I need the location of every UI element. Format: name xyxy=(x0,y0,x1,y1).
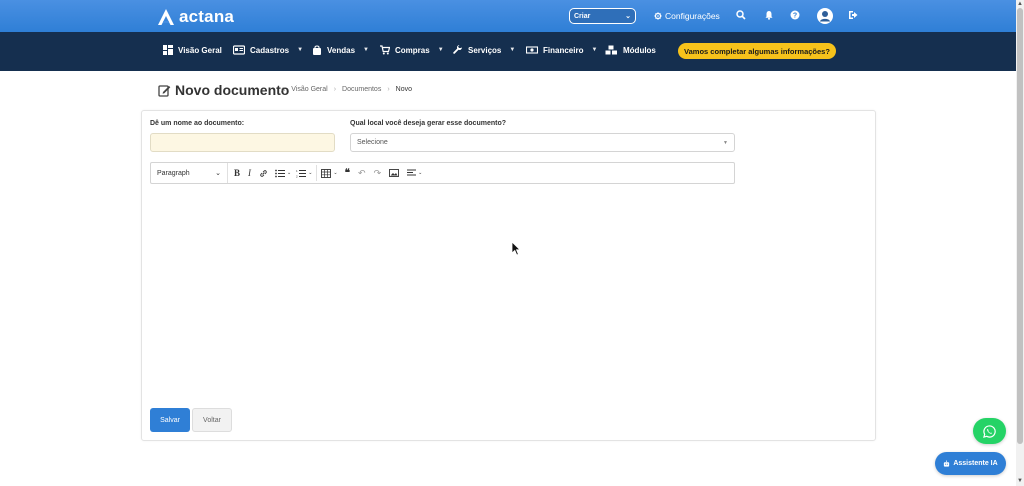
logout-icon[interactable] xyxy=(848,10,859,24)
paragraph-style-dropdown[interactable]: Paragraph ⌄ xyxy=(151,163,228,183)
local-select-value: Selecione xyxy=(357,139,388,146)
toolbar-divider xyxy=(316,165,318,181)
chevron-down-icon: ⌄ xyxy=(215,170,221,177)
document-name-input[interactable] xyxy=(150,133,335,152)
svg-text:2: 2 xyxy=(296,174,298,178)
bold-icon[interactable]: B xyxy=(234,165,240,181)
id-card-icon xyxy=(233,45,245,55)
italic-icon[interactable]: I xyxy=(248,165,251,181)
breadcrumb-item[interactable]: Visão Geral xyxy=(291,86,327,93)
blockquote-icon[interactable]: ❝ xyxy=(345,165,350,181)
dashboard-icon xyxy=(163,45,173,55)
page-title: Novo documento xyxy=(175,82,290,98)
local-label: Qual local você deseja gerar esse docume… xyxy=(350,120,507,127)
image-icon[interactable] xyxy=(389,165,400,181)
back-button[interactable]: Voltar xyxy=(192,408,232,432)
table-icon[interactable]: ⌄ xyxy=(321,165,338,181)
robot-icon xyxy=(944,460,950,467)
bell-icon[interactable] xyxy=(764,10,774,24)
scroll-up-icon[interactable]: ▲ xyxy=(1017,1,1023,7)
top-bar: actana Criar ⌄ Configurações ? xyxy=(0,0,1016,32)
whatsapp-icon xyxy=(983,424,996,438)
help-icon[interactable]: ? xyxy=(790,10,800,24)
brand-name: actana xyxy=(179,7,235,26)
save-button[interactable]: Salvar xyxy=(150,408,190,432)
caret-down-icon: ▼ xyxy=(363,47,369,53)
paragraph-style-value: Paragraph xyxy=(157,169,190,177)
criar-select[interactable]: Criar ⌄ xyxy=(569,8,636,24)
page-scrollbar[interactable]: ▲ ▼ xyxy=(1016,0,1024,486)
nav-label: Vendas xyxy=(327,45,356,55)
nav-label: Compras xyxy=(395,45,430,55)
editor-toolbar: Paragraph ⌄ B I ⌄ 12 ⌄ ⌄ ❝ ↶ ↷ ⌄ xyxy=(150,162,735,184)
settings-label: Configurações xyxy=(665,11,720,21)
name-label: Dê um nome ao documento: xyxy=(150,120,245,127)
cart-icon xyxy=(380,45,390,55)
main-nav: Visão Geral Cadastros ▼ Vendas ▼ Compras… xyxy=(0,32,1016,71)
caret-down-icon: ▼ xyxy=(509,47,516,53)
user-icon xyxy=(820,11,830,22)
chevron-down-icon: ⌄ xyxy=(287,170,292,176)
redo-icon[interactable]: ↷ xyxy=(374,165,382,181)
caret-down-icon: ▼ xyxy=(297,47,304,53)
ai-assistant-label: Assistente IA xyxy=(953,460,998,467)
nav-item-compras[interactable]: Compras ▼ xyxy=(380,45,444,55)
chevron-down-icon: ⌄ xyxy=(418,170,423,176)
svg-text:1: 1 xyxy=(296,169,298,173)
search-icon[interactable] xyxy=(736,10,746,24)
nav-label: Visão Geral xyxy=(178,45,222,55)
caret-down-icon: ▼ xyxy=(437,47,444,53)
nav-item-servicos[interactable]: Serviços ▼ xyxy=(453,45,515,55)
nav-item-visao-geral[interactable]: Visão Geral xyxy=(163,45,222,55)
gear-icon xyxy=(654,12,662,20)
nav-item-cadastros[interactable]: Cadastros ▼ xyxy=(233,45,303,55)
whatsapp-button[interactable] xyxy=(973,418,1006,444)
scroll-down-icon[interactable]: ▼ xyxy=(1017,478,1023,484)
document-form-card xyxy=(141,110,876,441)
chevron-down-icon: ⌄ xyxy=(333,170,338,176)
caret-down-icon: ▼ xyxy=(723,139,728,146)
money-icon xyxy=(526,46,538,54)
nav-item-financeiro[interactable]: Financeiro ▼ xyxy=(526,45,597,55)
chevron-down-icon: ⌄ xyxy=(308,170,313,176)
nav-label: Módulos xyxy=(623,45,656,55)
breadcrumb-separator: › xyxy=(387,86,390,93)
numbered-list-icon[interactable]: 12 ⌄ xyxy=(296,165,312,181)
nav-item-modulos[interactable]: Módulos xyxy=(605,45,656,55)
user-avatar[interactable] xyxy=(817,8,833,24)
criar-select-value: Criar xyxy=(574,12,591,20)
home-icon: ⌂ xyxy=(281,86,286,93)
svg-text:?: ? xyxy=(793,13,797,20)
breadcrumb-current: Novo xyxy=(395,86,413,93)
ai-assistant-button[interactable]: Assistente IA xyxy=(935,452,1006,475)
cubes-icon xyxy=(605,45,617,55)
breadcrumb: ⌂ Visão Geral › Documentos › Novo xyxy=(281,86,412,93)
link-icon[interactable] xyxy=(259,165,268,181)
brand-logo[interactable]: actana xyxy=(157,7,234,27)
actana-logo-icon xyxy=(158,9,174,25)
chevron-down-icon: ⌄ xyxy=(625,13,631,20)
wrench-icon xyxy=(453,45,463,54)
complete-info-button[interactable]: Vamos completar algumas informações? xyxy=(678,43,836,59)
bullet-list-icon[interactable]: ⌄ xyxy=(275,165,291,181)
scrollbar-thumb[interactable] xyxy=(1017,8,1023,444)
local-select[interactable]: Selecione ▼ xyxy=(350,133,735,152)
undo-icon[interactable]: ↶ xyxy=(358,165,366,181)
mouse-cursor-icon xyxy=(511,241,521,256)
page-header: Novo documento xyxy=(158,82,289,98)
edit-icon xyxy=(158,84,171,97)
caret-down-icon: ▼ xyxy=(591,47,598,53)
breadcrumb-separator: › xyxy=(333,86,337,93)
settings-link[interactable]: Configurações xyxy=(654,11,720,21)
nav-label: Serviços xyxy=(468,45,502,55)
breadcrumb-item[interactable]: Documentos xyxy=(342,86,381,93)
nav-label: Financeiro xyxy=(543,45,584,55)
shopping-bag-icon xyxy=(313,45,321,55)
align-icon[interactable]: ⌄ xyxy=(407,165,422,181)
nav-label: Cadastros xyxy=(250,45,290,55)
nav-item-vendas[interactable]: Vendas ▼ xyxy=(312,45,369,55)
